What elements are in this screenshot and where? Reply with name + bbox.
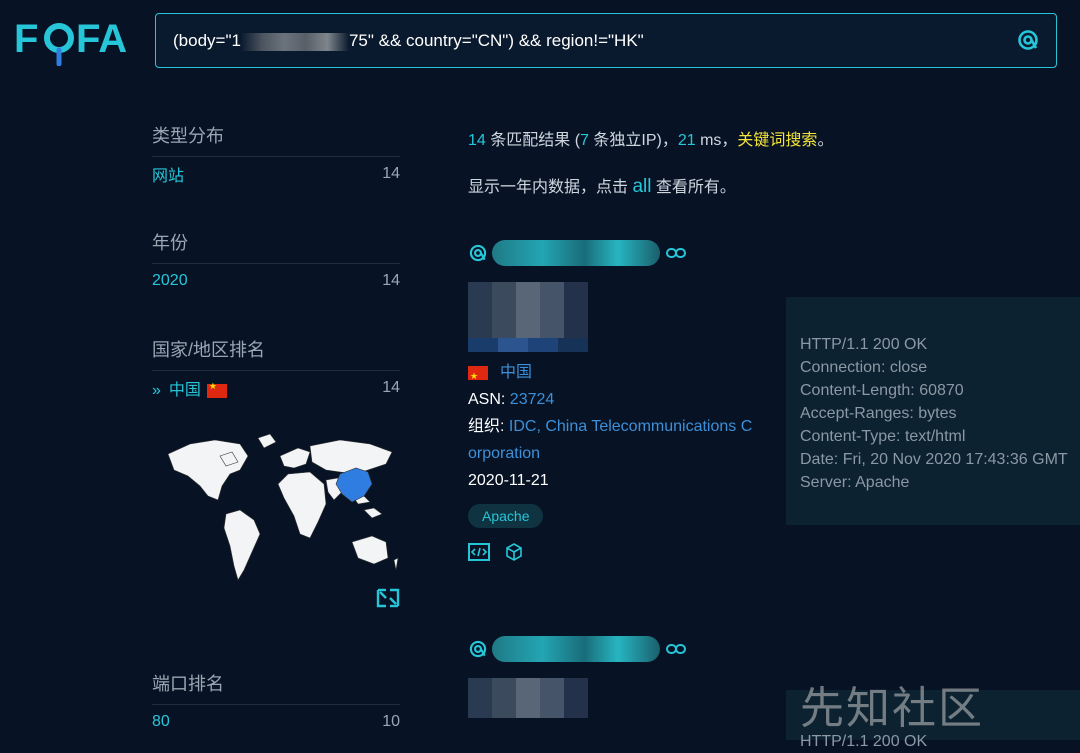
- fullscreen-icon[interactable]: [376, 588, 400, 608]
- asn-row: ASN: 23724: [468, 391, 555, 408]
- redacted-ip-mask-lower: [468, 338, 588, 352]
- org-link[interactable]: IDC, China Telecommunications C: [509, 418, 752, 435]
- result-country[interactable]: 中国: [468, 360, 788, 389]
- type-distribution-title: 类型分布: [152, 118, 400, 157]
- china-flag-icon: [468, 363, 488, 389]
- port-ranking-section: 端口排名 80 10: [152, 666, 400, 739]
- result-card-2: [468, 636, 788, 718]
- redacted-ip-mask[interactable]: [468, 282, 588, 338]
- redacted-query-mask: [240, 32, 349, 51]
- map-china-region[interactable]: [335, 467, 373, 503]
- chevron-right-icon: »: [152, 382, 161, 399]
- sidebar: 类型分布 网站 14 年份 2020 14 国家/地区排名 »中国 14: [152, 118, 400, 405]
- link-icon[interactable]: [666, 247, 686, 259]
- one-year-notice: 显示一年内数据，点击 all 查看所有。: [468, 176, 736, 197]
- search-icon[interactable]: [1016, 28, 1040, 52]
- keyword-search-link[interactable]: 关键词搜索: [737, 132, 817, 149]
- results-summary: 14 条匹配结果 (7 条独立IP)，21 ms，关键词搜索。 显示一年内数据，…: [468, 128, 848, 200]
- code-view-icon[interactable]: [468, 542, 490, 562]
- link-icon[interactable]: [666, 643, 686, 655]
- type-item-website[interactable]: 网站 14: [152, 157, 400, 191]
- port-ranking-title: 端口排名: [152, 666, 400, 705]
- header: F FA (body="1 75" && country="CN") && reg…: [0, 0, 1080, 80]
- world-map[interactable]: [160, 430, 400, 610]
- show-all-link[interactable]: all: [632, 176, 651, 197]
- search-input[interactable]: (body="1 75" && country="CN") && region!=…: [173, 31, 644, 51]
- org-row: 组织: IDC, China Telecommunications C: [468, 418, 753, 435]
- watermark: 先知社区: [800, 683, 984, 734]
- asn-link[interactable]: 23724: [510, 391, 555, 408]
- fofa-logo[interactable]: F FA: [14, 14, 139, 66]
- search-icon[interactable]: [468, 639, 488, 659]
- redacted-ip-mask[interactable]: [468, 678, 588, 718]
- year-item-2020[interactable]: 2020 14: [152, 264, 400, 298]
- server-tag[interactable]: Apache: [468, 504, 544, 528]
- logo-letter-f1: F: [14, 17, 38, 61]
- port-item-80[interactable]: 80 10: [152, 705, 400, 739]
- result-date: 2020-11-21: [468, 472, 549, 489]
- country-ranking-title: 国家/地区排名: [152, 332, 400, 371]
- cube-icon[interactable]: [504, 542, 524, 562]
- search-box[interactable]: (body="1 75" && country="CN") && region!=…: [155, 13, 1057, 68]
- redacted-host-mask[interactable]: [492, 240, 660, 266]
- svg-text:FA: FA: [76, 17, 127, 61]
- china-flag-icon: [206, 381, 227, 398]
- redacted-host-mask[interactable]: [492, 636, 660, 662]
- year-title: 年份: [152, 225, 400, 264]
- org-link-cont[interactable]: orporation: [468, 445, 540, 462]
- result-card-1: 中国 ASN: 23724 组织: IDC, China Telecommuni…: [468, 240, 788, 562]
- response-headers-panel: HTTP/1.1 200 OK Connection: close Conten…: [786, 297, 1080, 525]
- country-item-china[interactable]: »中国 14: [152, 371, 400, 405]
- search-icon[interactable]: [468, 243, 488, 263]
